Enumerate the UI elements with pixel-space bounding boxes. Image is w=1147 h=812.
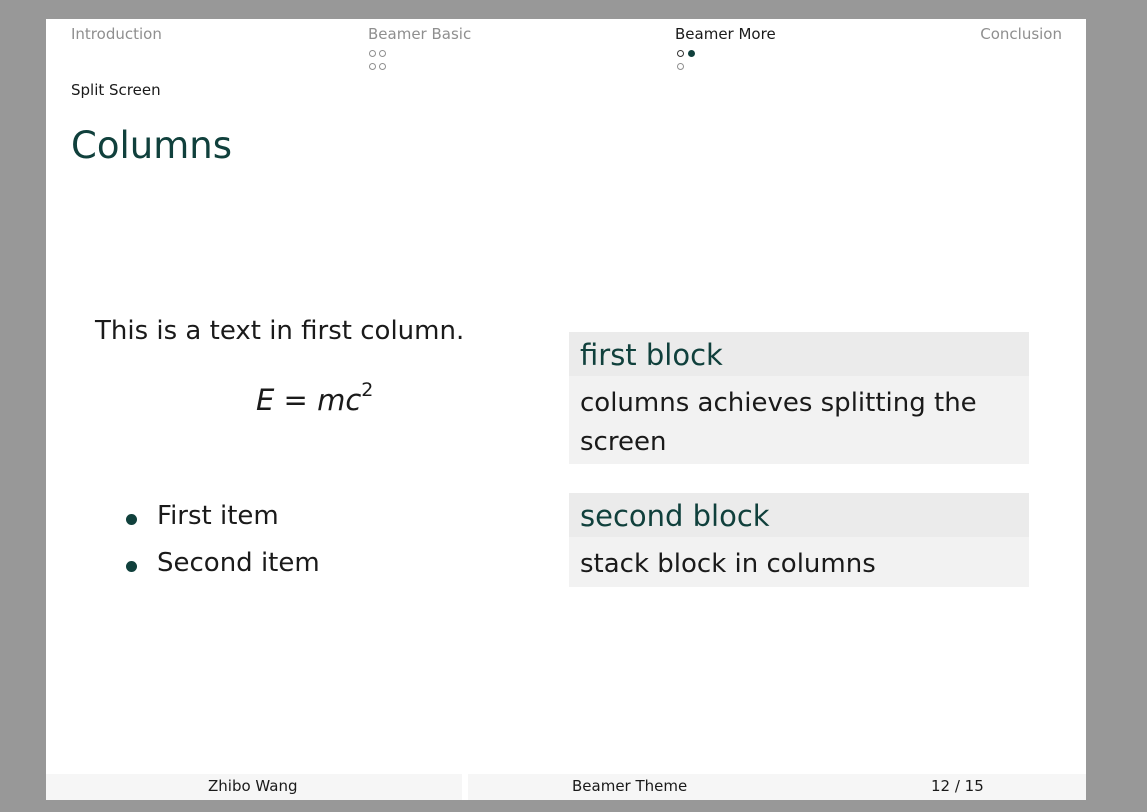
list-item: First item bbox=[126, 501, 320, 548]
nav-section-introduction[interactable]: Introduction bbox=[71, 25, 162, 43]
frame-dot-current[interactable] bbox=[688, 50, 695, 57]
frame-dot[interactable] bbox=[379, 63, 386, 70]
nav-section-beamer-more[interactable]: Beamer More bbox=[675, 25, 776, 43]
bullet-list: First item Second item bbox=[126, 501, 320, 595]
block-body: columns achieves splitting the screen bbox=[580, 388, 977, 457]
frame-dot[interactable] bbox=[379, 50, 386, 57]
equation: E = mc2 bbox=[256, 379, 373, 417]
frame-dot[interactable] bbox=[677, 63, 684, 70]
footer-page-number: 12 / 15 bbox=[931, 777, 984, 795]
footer-right-panel bbox=[468, 774, 1086, 800]
frame-dot[interactable] bbox=[677, 50, 684, 57]
footer: Zhibo Wang Beamer Theme 12 / 15 bbox=[46, 774, 1086, 800]
list-item-label: Second item bbox=[157, 548, 320, 578]
block-title: first block bbox=[569, 332, 1029, 376]
equation-equals: = bbox=[283, 383, 308, 417]
nav-section-beamer-basic[interactable]: Beamer Basic bbox=[368, 25, 471, 43]
equation-lhs: E bbox=[256, 383, 275, 417]
second-block: second block stack block in columns bbox=[569, 493, 1029, 587]
block-body: stack block in columns bbox=[580, 549, 876, 579]
slide: Introduction Beamer Basic Beamer More Co… bbox=[46, 19, 1086, 800]
bullet-icon bbox=[126, 514, 137, 525]
list-item: Second item bbox=[126, 548, 320, 595]
frame-dot[interactable] bbox=[369, 63, 376, 70]
equation-rhs: mc bbox=[317, 383, 362, 417]
list-item-label: First item bbox=[157, 501, 279, 531]
nav-section-conclusion[interactable]: Conclusion bbox=[980, 25, 1062, 43]
frame-title: Columns bbox=[71, 124, 232, 167]
frame-dot[interactable] bbox=[369, 50, 376, 57]
footer-author: Zhibo Wang bbox=[208, 777, 298, 795]
equation-exponent: 2 bbox=[361, 379, 374, 401]
first-block: first block columns achieves splitting t… bbox=[569, 332, 1029, 464]
block-title: second block bbox=[569, 493, 1029, 537]
first-column-text: This is a text in first column. bbox=[95, 316, 465, 346]
bullet-icon bbox=[126, 561, 137, 572]
footer-title: Beamer Theme bbox=[572, 777, 688, 795]
subsection-title: Split Screen bbox=[71, 81, 161, 99]
